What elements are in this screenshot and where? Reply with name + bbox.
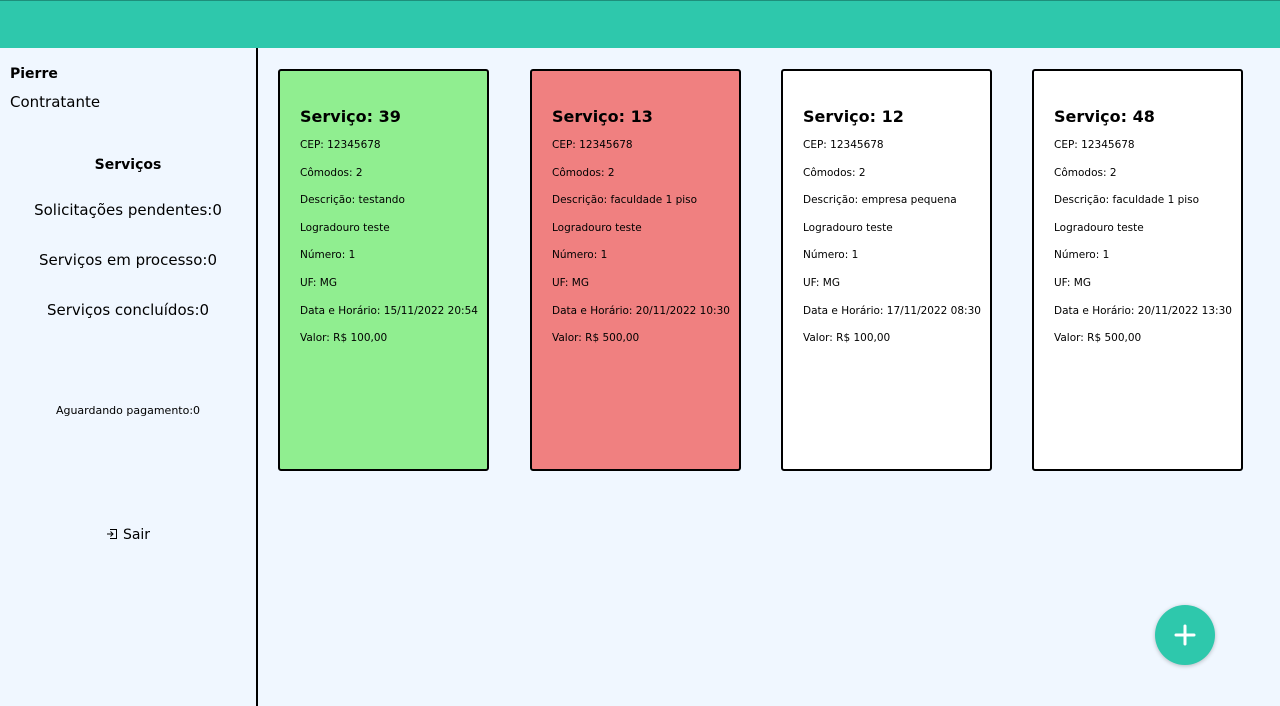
service-description: Descrição: faculdade 1 piso <box>1054 194 1200 207</box>
service-description: Descrição: empresa pequena <box>803 194 957 207</box>
services-heading: Serviços <box>94 157 162 173</box>
in-progress-services-stat[interactable]: Serviços em processo:0 <box>0 251 256 269</box>
user-role: Contratante <box>10 93 101 111</box>
pending-requests-stat[interactable]: Solicitações pendentes:0 <box>0 201 256 219</box>
service-street: Logradouro teste <box>552 221 642 234</box>
service-value: Valor: R$ 100,00 <box>300 332 388 345</box>
plus-icon <box>1174 624 1196 646</box>
service-rooms: Cômodos: 2 <box>552 166 615 179</box>
service-number: Número: 1 <box>1054 249 1110 262</box>
awaiting-payment-stat[interactable]: Aguardando pagamento:0 <box>0 404 256 417</box>
service-description: Descrição: testando <box>300 194 405 207</box>
service-state: UF: MG <box>1054 276 1091 289</box>
service-cep: CEP: 12345678 <box>300 139 381 151</box>
service-cep: CEP: 12345678 <box>1054 139 1135 151</box>
service-title: Serviço: 39 <box>300 107 401 126</box>
service-title: Serviço: 12 <box>803 107 904 126</box>
service-description: Descrição: faculdade 1 piso <box>552 194 698 207</box>
service-cep: CEP: 12345678 <box>552 139 633 151</box>
top-bar <box>0 0 1280 48</box>
service-rooms: Cômodos: 2 <box>1054 166 1117 179</box>
service-datetime: Data e Horário: 20/11/2022 10:30 <box>552 304 730 317</box>
logout-label: Sair <box>122 527 151 543</box>
service-number: Número: 1 <box>552 249 608 262</box>
service-card-13[interactable]: Serviço: 13 CEP: 12345678 Cômodos: 2 Des… <box>530 69 741 471</box>
service-state: UF: MG <box>300 276 337 289</box>
service-datetime: Data e Horário: 20/11/2022 13:30 <box>1054 304 1232 317</box>
service-value: Valor: R$ 100,00 <box>803 332 891 345</box>
service-number: Número: 1 <box>300 249 356 262</box>
service-street: Logradouro teste <box>803 221 893 234</box>
service-value: Valor: R$ 500,00 <box>1054 332 1142 345</box>
service-datetime: Data e Horário: 15/11/2022 20:54 <box>300 304 478 317</box>
add-service-button[interactable] <box>1155 605 1215 665</box>
service-state: UF: MG <box>552 276 589 289</box>
service-value: Valor: R$ 500,00 <box>552 332 640 345</box>
service-title: Serviço: 48 <box>1054 107 1155 126</box>
service-card-48[interactable]: Serviço: 48 CEP: 12345678 Cômodos: 2 Des… <box>1032 69 1243 471</box>
service-card-12[interactable]: Serviço: 12 CEP: 12345678 Cômodos: 2 Des… <box>781 69 992 471</box>
logout-icon <box>106 529 117 539</box>
service-street: Logradouro teste <box>1054 221 1144 234</box>
service-street: Logradouro teste <box>300 221 390 234</box>
service-rooms: Cômodos: 2 <box>803 166 866 179</box>
sidebar: Pierre Contratante Serviços Solicitações… <box>0 48 258 706</box>
service-cep: CEP: 12345678 <box>803 139 884 151</box>
completed-services-stat[interactable]: Serviços concluídos:0 <box>0 301 256 319</box>
service-title: Serviço: 13 <box>552 107 653 126</box>
service-rooms: Cômodos: 2 <box>300 166 363 179</box>
user-name: Pierre <box>10 66 58 82</box>
service-card-39[interactable]: Serviço: 39 CEP: 12345678 Cômodos: 2 Des… <box>278 69 489 471</box>
service-state: UF: MG <box>803 276 840 289</box>
logout-button[interactable]: Sair <box>0 527 256 543</box>
service-number: Número: 1 <box>803 249 859 262</box>
service-datetime: Data e Horário: 17/11/2022 08:30 <box>803 304 981 317</box>
